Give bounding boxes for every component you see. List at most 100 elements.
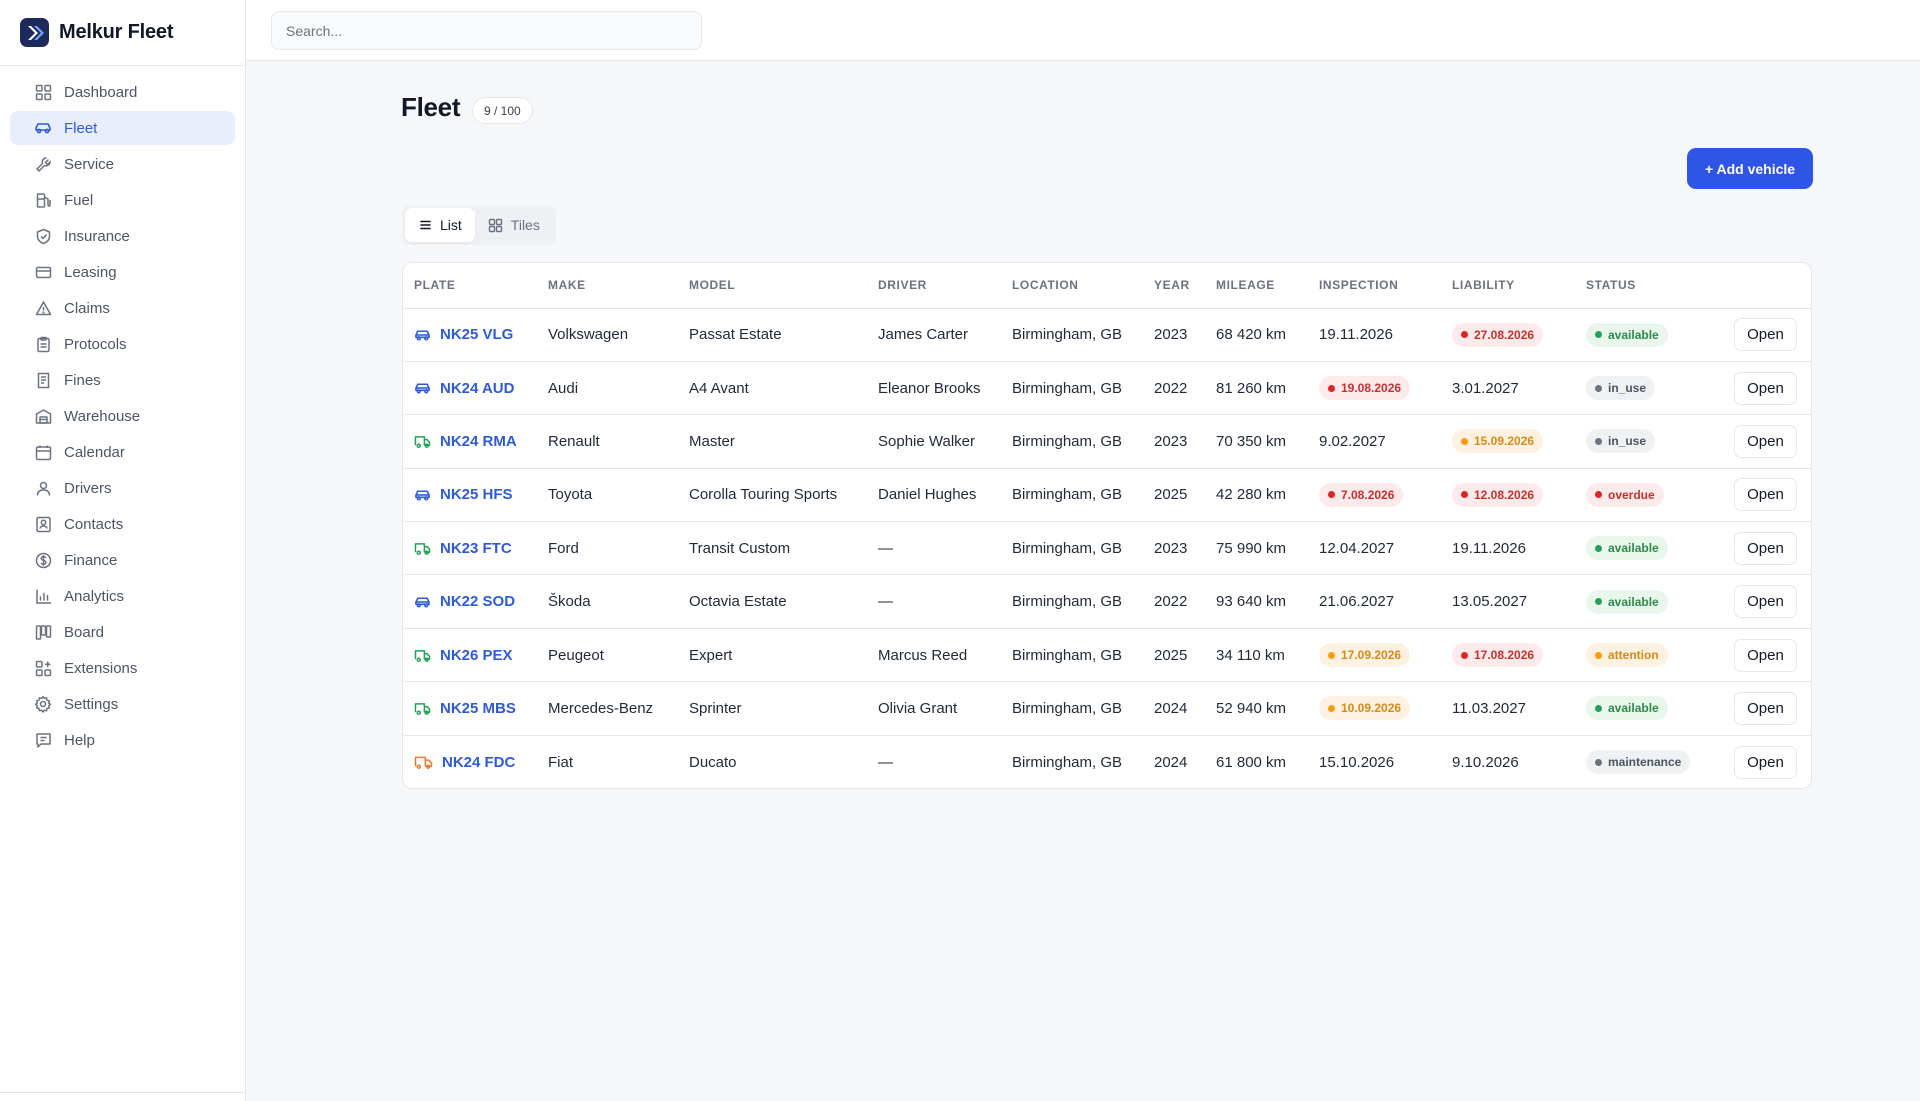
- cell-driver: Marcus Reed: [867, 628, 1001, 683]
- liability-value: 3.01.2027: [1452, 379, 1519, 397]
- plate-link[interactable]: NK24 AUD: [414, 380, 537, 397]
- open-button[interactable]: Open: [1734, 424, 1797, 458]
- sidebar: Melkur Fleet Dashboard Fleet Service Fuel In…: [0, 0, 246, 1101]
- plate-link[interactable]: NK24 FDC: [414, 754, 537, 771]
- table-row[interactable]: NK22 SOD Škoda Octavia Estate — Birmingham, …: [403, 574, 1811, 629]
- sidebar-item-contacts[interactable]: Contacts: [10, 507, 235, 541]
- plate-link[interactable]: NK22 SOD: [414, 593, 537, 610]
- brand[interactable]: Melkur Fleet: [0, 0, 245, 66]
- sidebar-item-claims[interactable]: Claims: [10, 291, 235, 325]
- open-button[interactable]: Open: [1734, 691, 1797, 725]
- cell-location: Birmingham, GB: [1001, 574, 1143, 629]
- cell-year: 2024: [1154, 753, 1188, 771]
- view-list-button[interactable]: List: [405, 208, 475, 242]
- sidebar-item-service[interactable]: Service: [10, 147, 235, 181]
- plate-text: NK24 FDC: [442, 753, 516, 771]
- plate-link[interactable]: NK25 HFS: [414, 486, 537, 503]
- open-button[interactable]: Open: [1734, 638, 1797, 672]
- grid-icon: [488, 218, 503, 233]
- view-tiles-button[interactable]: Tiles: [475, 208, 553, 242]
- open-button[interactable]: Open: [1734, 318, 1797, 352]
- table-row[interactable]: NK25 VLG Volkswagen Passat Estate James Car…: [403, 308, 1811, 362]
- cell-plate: NK25 HFS: [403, 468, 537, 523]
- status-value: in_use: [1608, 381, 1647, 396]
- plate-link[interactable]: NK24 RMA: [414, 433, 537, 450]
- open-button[interactable]: Open: [1734, 745, 1797, 779]
- plate-text: NK22 SOD: [440, 593, 516, 611]
- cell-plate: NK22 SOD: [403, 574, 537, 629]
- status-value: available: [1608, 594, 1659, 609]
- add-vehicle-button[interactable]: + Add vehicle: [1687, 148, 1813, 189]
- plate-link[interactable]: NK25 MBS: [414, 700, 537, 717]
- sidebar-item-board[interactable]: Board: [10, 615, 235, 649]
- cell-status: available: [1575, 574, 1723, 629]
- cell-model: Master: [678, 414, 867, 469]
- car-icon: [414, 595, 431, 609]
- sidebar-item-fuel[interactable]: Fuel: [10, 183, 235, 217]
- sidebar-item-fines[interactable]: Fines: [10, 363, 235, 397]
- contact-icon: [34, 515, 52, 533]
- cell-actions: Open: [1723, 361, 1811, 416]
- sidebar-item-insurance[interactable]: Insurance: [10, 219, 235, 253]
- cell-liability: 15.09.2026: [1441, 414, 1575, 469]
- cell-driver: Olivia Grant: [867, 681, 1001, 736]
- status-value: in_use: [1608, 434, 1647, 449]
- sidebar-item-fleet[interactable]: Fleet: [10, 111, 235, 145]
- status-value: attention: [1608, 648, 1659, 663]
- inspection-value: 19.08.2026: [1341, 381, 1402, 396]
- sidebar-item-label: Help: [64, 731, 95, 749]
- cell-year: 2023: [1143, 521, 1205, 576]
- table-row[interactable]: NK23 FTC Ford Transit Custom — Birmingham, G…: [403, 521, 1811, 576]
- cell-model: Corolla Touring Sports: [678, 468, 867, 523]
- sidebar-item-warehouse[interactable]: Warehouse: [10, 399, 235, 433]
- sidebar-item-leasing[interactable]: Leasing: [10, 255, 235, 289]
- cell-plate: NK26 PEX: [403, 628, 537, 683]
- open-button[interactable]: Open: [1734, 371, 1797, 405]
- liability-value: 19.11.2026: [1452, 539, 1526, 557]
- sidebar-item-analytics[interactable]: Analytics: [10, 579, 235, 613]
- cell-plate: NK25 MBS: [403, 681, 537, 736]
- sidebar-item-label: Drivers: [64, 479, 112, 497]
- sidebar-item-calendar[interactable]: Calendar: [10, 435, 235, 469]
- cell-model: Transit Custom: [678, 521, 867, 576]
- help-icon: [34, 731, 52, 749]
- cell-make: Ford: [537, 521, 678, 576]
- sidebar-item-label: Service: [64, 155, 115, 173]
- table-row[interactable]: NK25 HFS Toyota Corolla Touring Sports Dani…: [403, 468, 1811, 523]
- cell-inspection: 12.04.2027: [1308, 521, 1441, 576]
- cell-plate: NK24 RMA: [403, 414, 537, 469]
- liability-value: 17.08.2026: [1474, 648, 1535, 663]
- plate-link[interactable]: NK23 FTC: [414, 540, 537, 557]
- status-badge: available: [1586, 696, 1668, 721]
- table-row[interactable]: NK24 RMA Renault Master Sophie Walker Birmin…: [403, 414, 1811, 469]
- sidebar-item-finance[interactable]: Finance: [10, 543, 235, 577]
- table-row[interactable]: NK25 MBS Mercedes-Benz Sprinter Olivia Gran…: [403, 681, 1811, 736]
- sidebar-item-label: Analytics: [64, 587, 125, 605]
- sidebar-item-drivers[interactable]: Drivers: [10, 471, 235, 505]
- cell-status: maintenance: [1575, 735, 1723, 788]
- receipt-icon: [34, 371, 52, 389]
- status-value: available: [1608, 327, 1659, 342]
- open-button[interactable]: Open: [1734, 531, 1797, 565]
- cell-actions: Open: [1723, 735, 1811, 788]
- status-dot: [1328, 704, 1335, 712]
- sidebar-item-dashboard[interactable]: Dashboard: [10, 75, 235, 109]
- open-button[interactable]: Open: [1734, 585, 1797, 619]
- sidebar-item-settings[interactable]: Settings: [10, 687, 235, 721]
- status-dot: [1461, 651, 1468, 659]
- cell-make: Fiat: [548, 753, 574, 771]
- plate-link[interactable]: NK26 PEX: [414, 647, 537, 664]
- sidebar-item-label: Warehouse: [64, 407, 141, 425]
- table-row[interactable]: NK24 FDC Fiat Ducato — Birmingham, GB 2024 61 …: [403, 735, 1811, 788]
- sidebar-item-protocols[interactable]: Protocols: [10, 327, 235, 361]
- cell-driver: —: [878, 753, 893, 771]
- plate-link[interactable]: NK25 VLG: [414, 326, 537, 343]
- search-input[interactable]: [271, 11, 702, 50]
- inspection-value: 12.04.2027: [1319, 539, 1395, 557]
- wrench-icon: [34, 155, 52, 173]
- table-row[interactable]: NK26 PEX Peugeot Expert Marcus Reed Birmingh…: [403, 628, 1811, 683]
- table-row[interactable]: NK24 AUD Audi A4 Avant Eleanor Brooks Birmin…: [403, 361, 1811, 416]
- sidebar-item-help[interactable]: Help: [10, 723, 235, 757]
- sidebar-item-extensions[interactable]: Extensions: [10, 651, 235, 685]
- open-button[interactable]: Open: [1734, 478, 1797, 512]
